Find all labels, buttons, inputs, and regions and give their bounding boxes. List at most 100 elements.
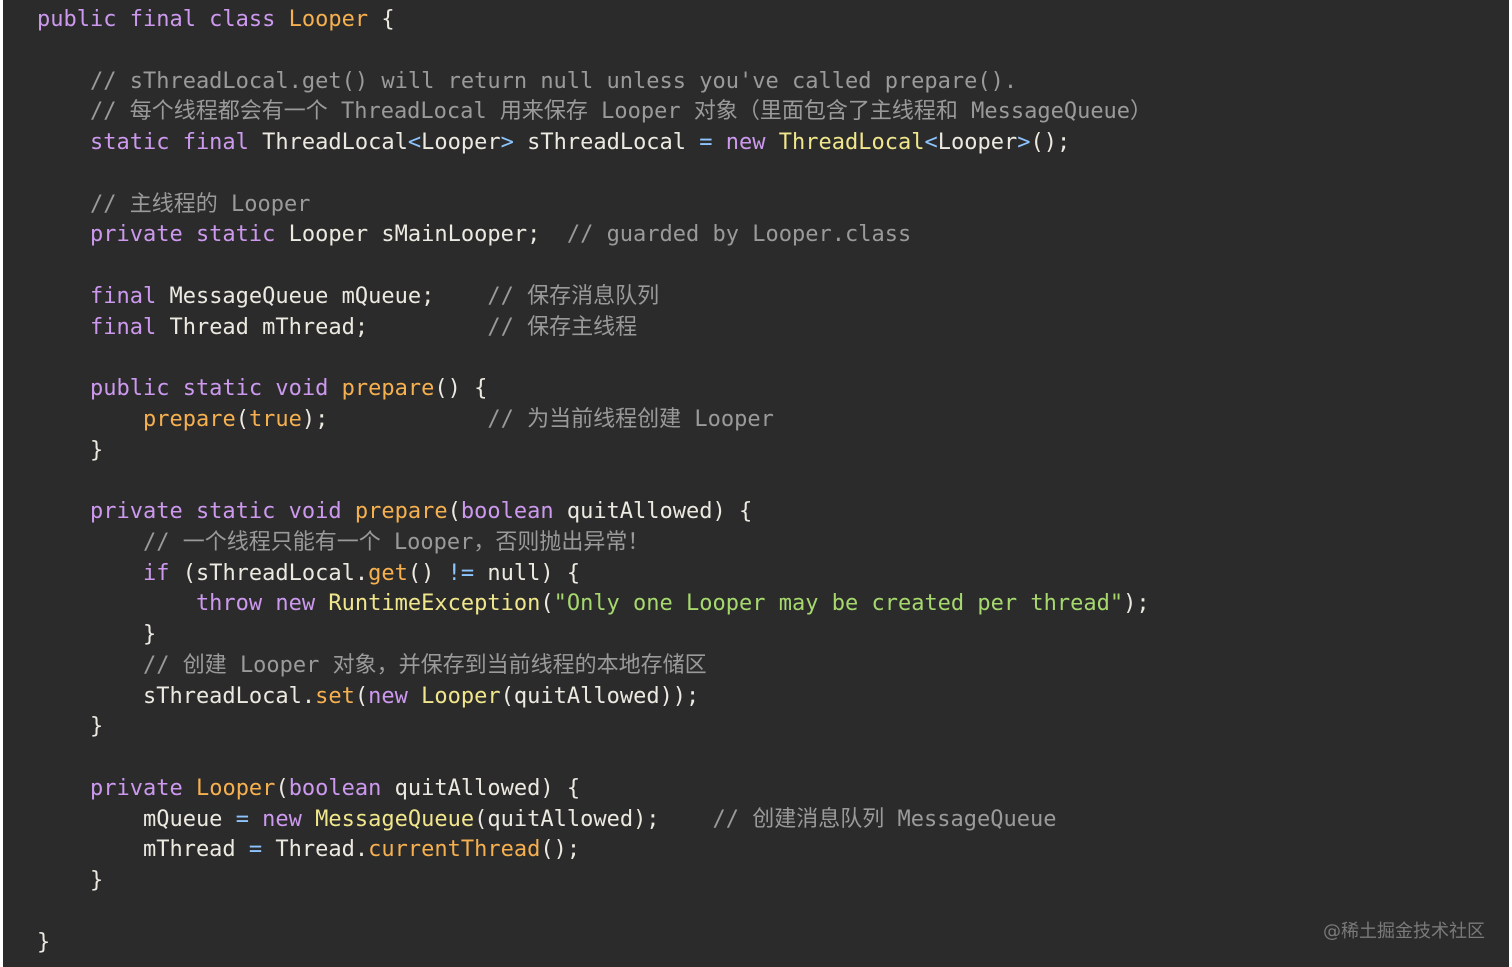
code-line: final MessageQueue mQueue; // 保存消息队列 xyxy=(37,282,1152,313)
code-token: Looper xyxy=(421,683,501,709)
code-token: Looper xyxy=(195,775,276,801)
code-token: } xyxy=(37,714,104,740)
code-token: private xyxy=(37,775,196,801)
code-token: new xyxy=(368,683,422,709)
code-token: // 创建 Looper 对象，并保存到当前线程的本地存储区 xyxy=(37,652,707,678)
code-token: (); xyxy=(1030,130,1071,155)
code-token: { xyxy=(368,7,395,32)
code-token: sThreadLocal xyxy=(513,130,700,155)
code-block: public final class Looper { // sThreadLo… xyxy=(37,5,1152,958)
code-token: Thread mThread; xyxy=(169,314,488,340)
code-token: Looper sMainLooper; xyxy=(288,222,567,248)
code-token: () { xyxy=(434,376,488,401)
code-token: Looper xyxy=(288,7,369,32)
code-line: private static Looper sMainLooper; // gu… xyxy=(37,220,1152,251)
code-token: MessageQueue xyxy=(315,806,475,832)
code-line: } xyxy=(37,620,1152,651)
code-token: null) { xyxy=(474,560,581,586)
code-token: ); xyxy=(1123,591,1150,617)
code-line: public static void prepare() { xyxy=(37,374,1152,405)
code-token: "Only one Looper may be created per thre… xyxy=(553,591,1124,617)
code-token: final xyxy=(37,314,170,340)
code-token: prepare xyxy=(142,406,236,432)
code-token: boolean xyxy=(288,775,382,801)
code-token: != xyxy=(447,560,475,586)
code-line: throw new RuntimeException("Only one Loo… xyxy=(37,589,1152,620)
code-line: // 每个线程都会有一个 ThreadLocal 用来保存 Looper 对象（… xyxy=(37,97,1152,128)
code-token: } xyxy=(37,868,104,893)
code-token: (sThreadLocal. xyxy=(182,560,369,586)
code-line: } xyxy=(37,866,1152,897)
code-token: get xyxy=(368,560,408,586)
code-line: } xyxy=(37,436,1152,467)
code-line: // sThreadLocal.get() will return null u… xyxy=(37,67,1152,98)
code-token: quitAllowed) { xyxy=(381,775,581,801)
code-screenshot: public final class Looper { // sThreadLo… xyxy=(3,0,1509,967)
code-token: ( xyxy=(235,406,249,432)
code-token: RuntimeException xyxy=(328,591,541,617)
code-token: (); xyxy=(540,837,581,863)
code-line: mQueue = new MessageQueue(quitAllowed); … xyxy=(37,805,1152,836)
code-token: if xyxy=(37,560,183,586)
code-token: = xyxy=(235,806,249,832)
code-token: // 保存消息队列 xyxy=(487,283,660,309)
code-line: // 创建 Looper 对象，并保存到当前线程的本地存储区 xyxy=(37,651,1152,682)
code-line: public final class Looper { xyxy=(37,5,1152,36)
code-line: } xyxy=(37,928,1152,959)
code-token: ( xyxy=(275,775,289,801)
code-token: ); xyxy=(301,406,488,432)
code-token: boolean xyxy=(460,499,554,524)
code-token: ThreadLocal xyxy=(262,130,408,155)
code-line: sThreadLocal.set(new Looper(quitAllowed)… xyxy=(37,682,1152,713)
code-line: final Thread mThread; // 保存主线程 xyxy=(37,313,1152,344)
code-token: mQueue xyxy=(37,806,236,832)
code-token: new xyxy=(248,806,316,832)
code-token: } xyxy=(37,929,51,955)
code-token: // guarded by Looper.class xyxy=(566,222,912,248)
code-token: < xyxy=(924,130,938,155)
code-token: public final class xyxy=(37,7,289,32)
code-token: true xyxy=(248,406,302,432)
code-token: mThread xyxy=(37,837,249,863)
code-token: throw new xyxy=(37,591,329,617)
code-token: Thread. xyxy=(262,837,369,863)
code-line: } xyxy=(37,712,1152,743)
code-token: public static void xyxy=(37,376,342,401)
code-token: private static void xyxy=(37,499,355,524)
code-token: MessageQueue mQueue; xyxy=(169,283,488,309)
code-line: if (sThreadLocal.get() != null) { xyxy=(37,559,1152,590)
code-line: mThread = Thread.currentThread(); xyxy=(37,835,1152,866)
code-token: (quitAllowed)); xyxy=(500,683,700,709)
code-token: // 为当前线程创建 Looper xyxy=(487,406,774,432)
code-token: private static xyxy=(37,222,289,248)
code-token: set xyxy=(315,683,355,709)
code-token: quitAllowed) { xyxy=(553,499,753,524)
code-line: // 一个线程只能有一个 Looper，否则抛出异常！ xyxy=(37,528,1152,559)
code-line: static final ThreadLocal<Looper> sThread… xyxy=(37,128,1152,159)
code-line: private static void prepare(boolean quit… xyxy=(37,497,1152,528)
code-line: private Looper(boolean quitAllowed) { xyxy=(37,774,1152,805)
watermark: @稀土掘金技术社区 xyxy=(1323,921,1485,942)
code-token: } xyxy=(37,437,104,463)
code-line: prepare(true); // 为当前线程创建 Looper xyxy=(37,405,1152,436)
code-token: // sThreadLocal.get() will return null u… xyxy=(37,68,1018,94)
code-line: // 主线程的 Looper xyxy=(37,190,1152,221)
code-token: ( xyxy=(447,499,461,524)
code-token: static final xyxy=(37,130,263,155)
code-token: > xyxy=(1017,130,1031,155)
code-token: final xyxy=(37,283,170,309)
code-token: // 每个线程都会有一个 ThreadLocal 用来保存 Looper 对象（… xyxy=(37,99,1153,125)
code-token: () xyxy=(407,560,448,586)
code-token: ( xyxy=(354,683,369,709)
code-token: ThreadLocal xyxy=(778,130,925,155)
code-token: ( xyxy=(540,591,554,617)
code-token: Looper xyxy=(421,130,501,155)
code-token: = xyxy=(248,837,263,863)
code-token: < xyxy=(407,130,422,155)
